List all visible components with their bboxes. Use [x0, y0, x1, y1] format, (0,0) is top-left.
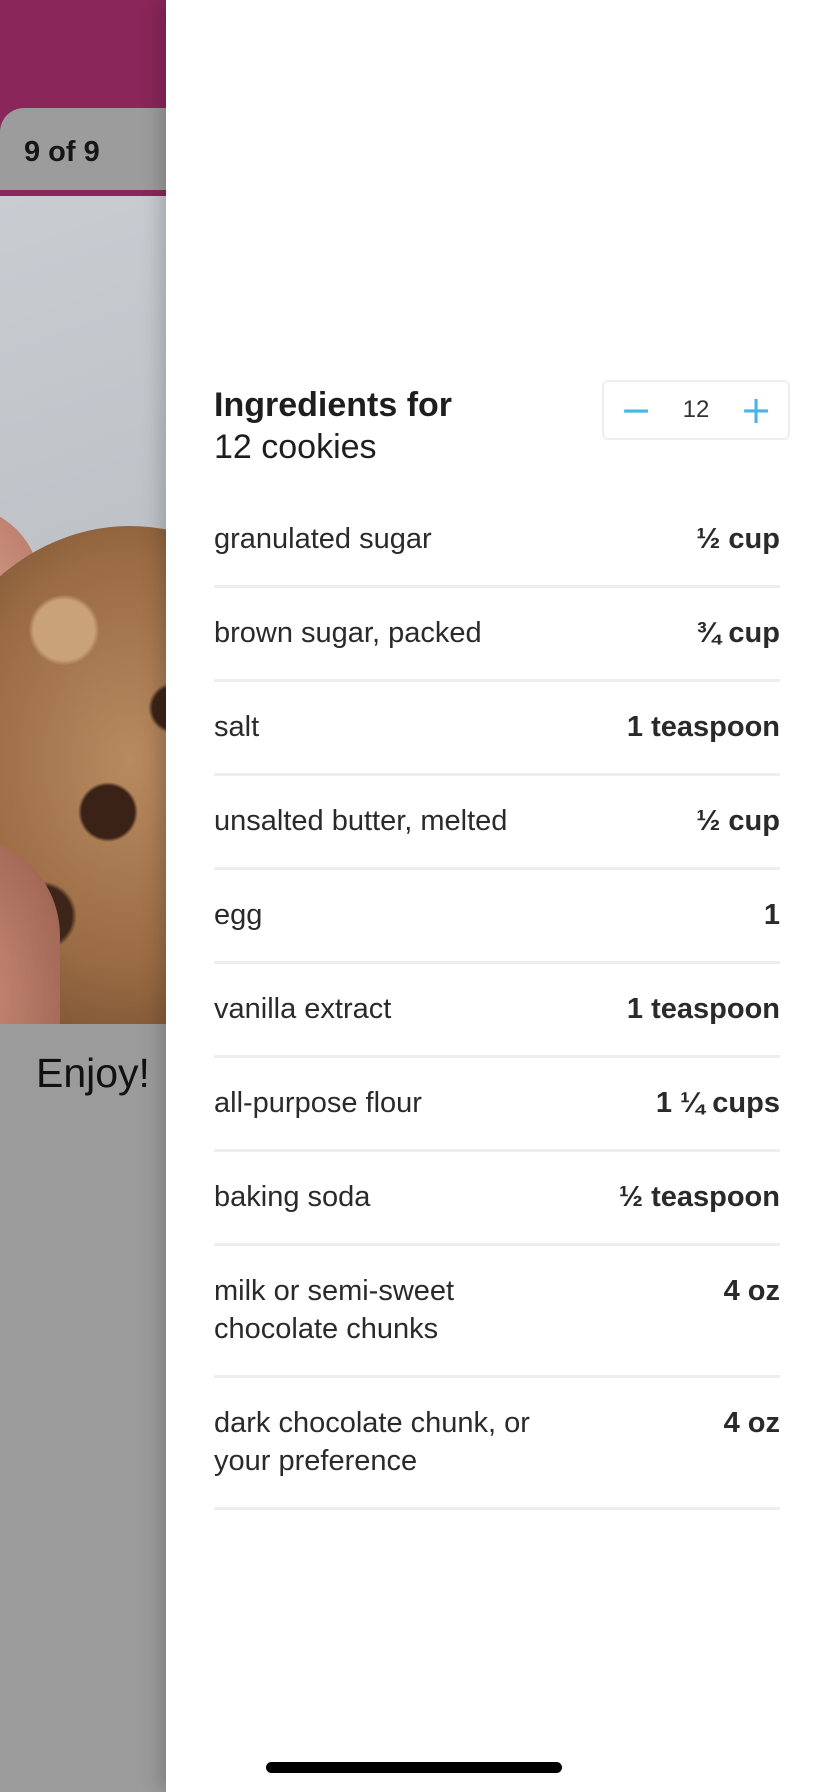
ingredient-name: dark chocolate chunk, or your preference: [214, 1407, 530, 1477]
ingredient-quantity: 1 teaspoon: [626, 711, 780, 743]
ingredient-name: unsalted butter, melted: [214, 805, 508, 837]
ingredient-quantity: 1: [763, 899, 780, 931]
ingredient-name: milk or semi-sweet chocolate chunks: [214, 1275, 455, 1345]
ingredient-row: salt 1 teaspoon: [214, 682, 780, 776]
ingredients-heading: Ingredients for 12 cookies: [214, 384, 452, 468]
ingredient-row: brown sugar, packed ¾ cup: [214, 588, 780, 682]
ingredient-quantity: 1 ¼ cups: [655, 1087, 780, 1119]
ingredient-row: baking soda ½ teaspoon: [214, 1152, 780, 1246]
ingredient-name: salt: [214, 711, 260, 743]
ingredient-quantity: ½ cup: [696, 805, 780, 837]
ingredient-quantity: ½ teaspoon: [618, 1181, 780, 1213]
ingredient-name: vanilla extract: [214, 993, 392, 1025]
ingredient-row: all-purpose flour 1 ¼ cups: [214, 1058, 780, 1152]
ingredient-row: vanilla extract 1 teaspoon: [214, 964, 780, 1058]
servings-value: 12: [682, 396, 710, 423]
ingredient-list: granulated sugar ½ cup brown sugar, pack…: [214, 494, 780, 1510]
ingredient-name: granulated sugar: [214, 523, 432, 555]
home-indicator[interactable]: [266, 1762, 562, 1773]
step-instruction-text: Enjoy!: [36, 1050, 150, 1096]
increment-button[interactable]: +: [736, 390, 776, 430]
ingredient-name: brown sugar, packed: [214, 617, 482, 649]
ingredient-quantity: 1 teaspoon: [626, 993, 780, 1025]
decrement-button[interactable]: −: [616, 390, 656, 430]
ingredient-quantity: 4 oz: [723, 1407, 780, 1439]
ingredients-servings-label: 12 cookies: [214, 428, 377, 466]
servings-stepper: − 12 +: [602, 380, 790, 440]
ingredient-quantity: 4 oz: [723, 1275, 780, 1307]
ingredient-row: egg 1: [214, 870, 780, 964]
ingredient-quantity: ¾ cup: [696, 617, 780, 649]
ingredient-row: unsalted butter, melted ½ cup: [214, 776, 780, 870]
ingredients-title: Ingredients for: [214, 386, 453, 424]
ingredient-name: baking soda: [214, 1181, 371, 1213]
ingredient-name: all-purpose flour: [214, 1087, 422, 1119]
ingredients-drawer: Ingredients for 12 cookies − 12 + granul…: [166, 0, 828, 1792]
ingredient-row: dark chocolate chunk, or your preference…: [214, 1378, 780, 1510]
ingredient-quantity: ½ cup: [696, 523, 780, 555]
step-counter: 9 of 9: [24, 136, 100, 168]
ingredient-row: granulated sugar ½ cup: [214, 494, 780, 588]
ingredient-row: milk or semi-sweet chocolate chunks 4 oz: [214, 1246, 780, 1378]
ingredient-name: egg: [214, 899, 263, 931]
